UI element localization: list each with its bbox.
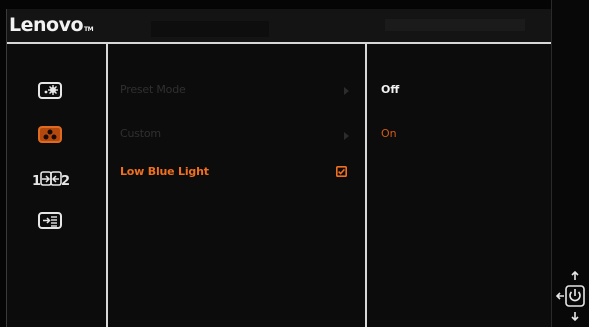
- brightness-contrast-icon[interactable]: [37, 81, 63, 101]
- osd-window: LenovoTM 1 2 Preset Mode Custom Low Blue…: [6, 9, 551, 327]
- option-off[interactable]: Off: [381, 83, 399, 96]
- joystick-power-icon: [556, 270, 585, 322]
- chevron-right-icon: [344, 132, 349, 140]
- category-icon-column: 1 2: [7, 44, 106, 327]
- osd-header: LenovoTM: [7, 9, 551, 44]
- image-color-icon[interactable]: [37, 125, 63, 145]
- menu-item-preset-mode[interactable]: Preset Mode: [120, 83, 186, 96]
- menu-column: Preset Mode Custom Low Blue Light: [108, 44, 365, 327]
- svg-text:1: 1: [32, 174, 41, 189]
- input-source-icon[interactable]: 1 2: [32, 169, 70, 189]
- chevron-right-icon: [344, 87, 349, 95]
- header-band: [151, 21, 269, 37]
- menu-item-custom[interactable]: Custom: [120, 127, 161, 140]
- brand-logo: LenovoTM: [9, 14, 94, 36]
- trademark-mark: TM: [84, 26, 94, 33]
- header-band: [385, 19, 525, 31]
- checkbox-checked-icon[interactable]: [336, 166, 347, 177]
- logo-text: Lenovo: [9, 14, 84, 36]
- menu-settings-icon[interactable]: [37, 211, 63, 231]
- svg-text:2: 2: [61, 174, 70, 189]
- menu-item-low-blue-light[interactable]: Low Blue Light: [120, 165, 209, 178]
- options-column: Off On: [367, 44, 551, 327]
- option-on[interactable]: On: [381, 127, 397, 140]
